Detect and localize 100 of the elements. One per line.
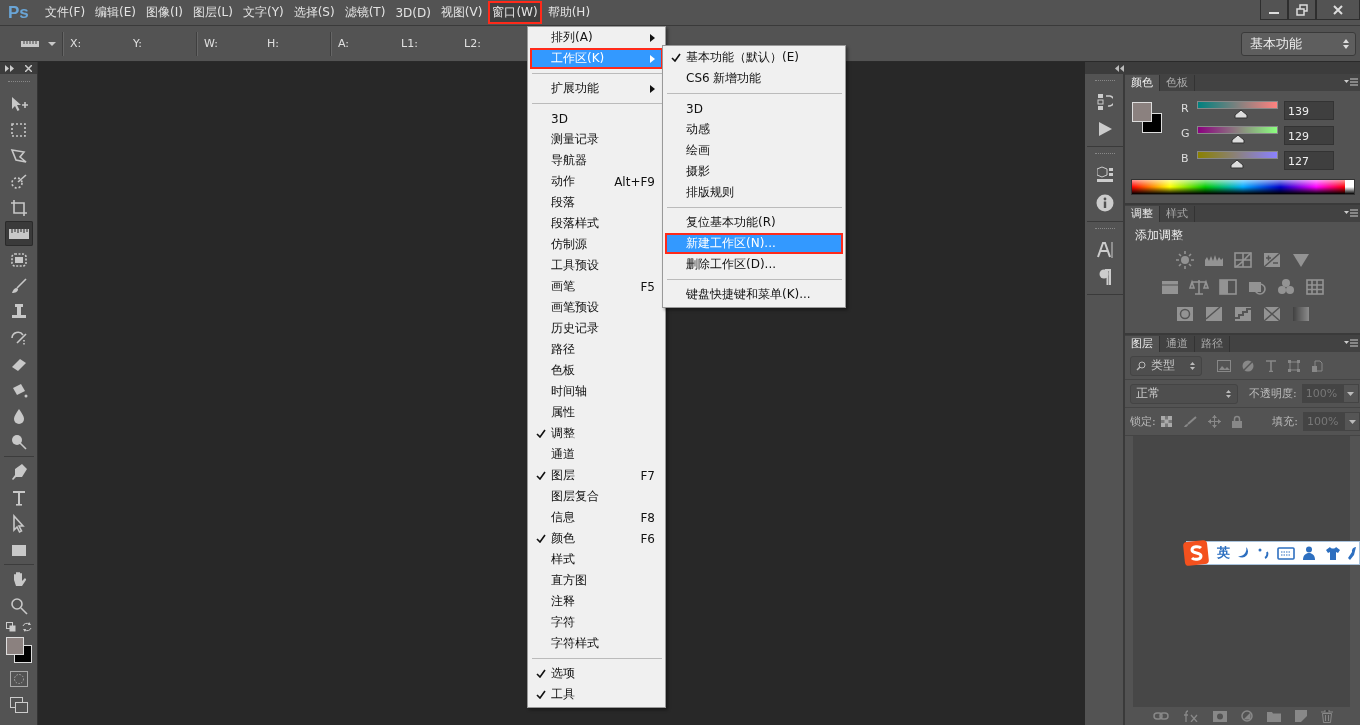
menu-bar-item[interactable]: 帮助(H)	[543, 1, 595, 24]
workspace-dropdown[interactable]: 基本功能	[1241, 31, 1356, 56]
sun-icon[interactable]	[1174, 250, 1195, 270]
menu-item[interactable]: 样式	[530, 549, 663, 570]
panel-menu-icon[interactable]	[1344, 78, 1358, 86]
table-icon[interactable]	[1305, 277, 1325, 297]
shirt-icon[interactable]	[1325, 546, 1341, 560]
crossed-square-icon[interactable]	[1261, 304, 1282, 324]
menu-item[interactable]: 3D	[530, 108, 663, 129]
exposure-icon[interactable]	[1261, 250, 1282, 270]
channel-value-field[interactable]: 139	[1284, 101, 1334, 120]
menu-item[interactable]: 3D	[665, 98, 843, 119]
play-icon[interactable]	[1097, 121, 1113, 137]
menu-item[interactable]: 选项	[530, 663, 663, 684]
collapse-icon[interactable]	[1115, 64, 1125, 72]
stairs-icon[interactable]	[1232, 304, 1253, 324]
moon-icon[interactable]	[1237, 546, 1251, 560]
menu-item[interactable]: CS6 新增功能	[665, 68, 843, 89]
input-method-logo-icon[interactable]	[1183, 540, 1209, 566]
tool-preset-picker[interactable]	[20, 38, 56, 49]
menu-bar-item[interactable]: 选择(S)	[289, 1, 339, 24]
trash-icon[interactable]	[1320, 709, 1333, 723]
menu-item[interactable]: 动感	[665, 119, 843, 140]
menu-bar-item[interactable]: 视图(V)	[436, 1, 487, 24]
channel-value-field[interactable]: 127	[1284, 151, 1334, 170]
menu-bar-item[interactable]: 编辑(E)	[91, 1, 140, 24]
panel-tab[interactable]: 通道	[1160, 336, 1195, 352]
menu-item[interactable]: 复位基本功能(R)	[665, 212, 843, 233]
menu-item[interactable]: 导航器	[530, 150, 663, 171]
panel-tab[interactable]: 色板	[1160, 75, 1195, 91]
menu-item[interactable]: 路径	[530, 339, 663, 360]
close-button[interactable]	[1316, 0, 1360, 20]
menu-item[interactable]: 信息 F8	[530, 507, 663, 528]
menu-item[interactable]: 画笔预设	[530, 297, 663, 318]
menu-bar-item[interactable]: 窗口(W)	[488, 1, 542, 24]
menu-item[interactable]: 扩展功能	[530, 78, 663, 99]
menu-item[interactable]: 摄影	[665, 161, 843, 182]
panel-menu-icon[interactable]	[1344, 339, 1358, 347]
panel-tab[interactable]: 样式	[1160, 206, 1195, 222]
menu-item[interactable]: 色板	[530, 360, 663, 381]
paragraph-icon[interactable]	[1099, 269, 1111, 285]
menu-item[interactable]: 测量记录	[530, 129, 663, 150]
panel-menu-icon[interactable]	[1344, 209, 1358, 217]
menu-item[interactable]: 直方图	[530, 570, 663, 591]
menu-item[interactable]: 排版规则	[665, 182, 843, 203]
menu-item[interactable]: 段落	[530, 192, 663, 213]
layer-filter-dropdown[interactable]: 类型	[1130, 355, 1202, 376]
punctuation-icon[interactable]	[1258, 546, 1270, 560]
channel-value-field[interactable]: 129	[1284, 126, 1334, 145]
diagonal-icon[interactable]	[1203, 304, 1224, 324]
menu-item[interactable]: 绘画	[665, 140, 843, 161]
menu-bar-item[interactable]: 图像(I)	[142, 1, 187, 24]
curve-grid-icon[interactable]	[1232, 250, 1253, 270]
panel-tab[interactable]: 图层	[1125, 336, 1160, 352]
menu-item[interactable]: 工具预设	[530, 255, 663, 276]
menu-item[interactable]: 仿制源	[530, 234, 663, 255]
menu-item[interactable]: 删除工作区(D)...	[665, 254, 843, 275]
screen-mode-icon[interactable]	[9, 696, 28, 713]
checkerboard-icon[interactable]	[1160, 416, 1172, 427]
blend-mode-dropdown[interactable]: 正常	[1130, 383, 1238, 404]
panel-tab[interactable]: 调整	[1125, 206, 1160, 222]
restore-button[interactable]	[1288, 0, 1316, 20]
quick-mask-icon[interactable]	[9, 670, 28, 687]
info-icon[interactable]	[1096, 194, 1114, 212]
half-square-icon[interactable]	[1218, 277, 1238, 297]
menu-item[interactable]: 颜色 F6	[530, 528, 663, 549]
expand-icon[interactable]	[5, 64, 15, 72]
menu-item[interactable]: 键盘快捷键和菜单(K)...	[665, 284, 843, 305]
circles-icon[interactable]	[1276, 277, 1296, 297]
minimize-button[interactable]	[1260, 0, 1288, 20]
menu-item[interactable]: 字符样式	[530, 633, 663, 654]
person-icon[interactable]	[1302, 545, 1318, 561]
default-colors-icon[interactable]	[5, 622, 16, 632]
menu-item[interactable]: 画笔 F5	[530, 276, 663, 297]
menu-item[interactable]: 段落样式	[530, 213, 663, 234]
menu-bar-item[interactable]: 3D(D)	[391, 2, 435, 23]
menu-item[interactable]: 注释	[530, 591, 663, 612]
menu-item[interactable]: 调整	[530, 423, 663, 444]
menu-item[interactable]: 历史记录	[530, 318, 663, 339]
panel-tab[interactable]: 颜色	[1125, 75, 1160, 91]
color-swatches-drawing[interactable]	[1131, 101, 1163, 133]
cube-icon[interactable]	[1097, 166, 1113, 184]
tool-button[interactable]	[4, 221, 33, 246]
menu-item[interactable]: 图层复合	[530, 486, 663, 507]
history-icon[interactable]	[1097, 93, 1113, 111]
menu-item[interactable]: 动作 Alt+F9	[530, 171, 663, 192]
color-swatches-drawing[interactable]	[4, 636, 33, 664]
keyboard-icon[interactable]	[1277, 546, 1295, 560]
menu-item[interactable]: 通道	[530, 444, 663, 465]
character-icon[interactable]	[1097, 241, 1113, 259]
invert-icon[interactable]	[1174, 304, 1195, 324]
menu-bar-item[interactable]: 滤镜(T)	[340, 1, 390, 24]
gradient-square-icon[interactable]	[1290, 304, 1311, 324]
close-icon[interactable]	[25, 64, 32, 72]
menu-bar-item[interactable]: 文件(F)	[40, 1, 90, 24]
panel-tab[interactable]: 路径	[1195, 336, 1230, 352]
menu-item[interactable]: 属性	[530, 402, 663, 423]
menu-item[interactable]: 基本功能（默认）(E)	[665, 47, 843, 68]
color-spectrum[interactable]	[1131, 179, 1355, 195]
menu-bar-item[interactable]: 图层(L)	[188, 1, 237, 24]
